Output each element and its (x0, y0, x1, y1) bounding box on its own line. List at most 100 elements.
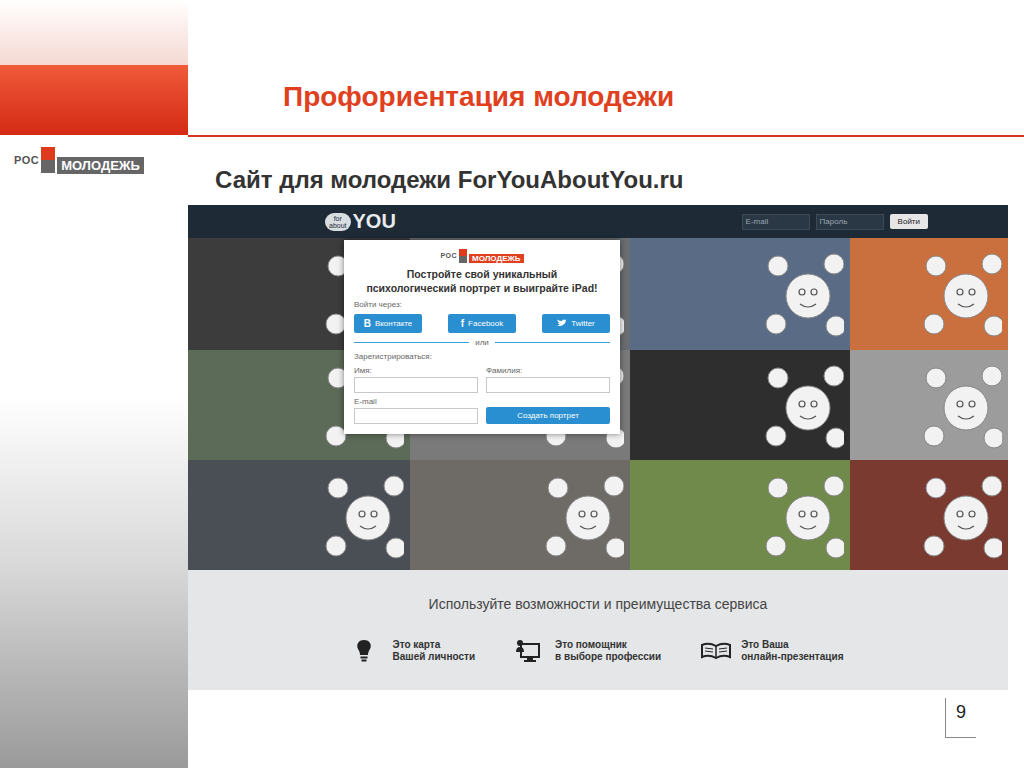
feature-text: Это помощникв выборе профессии (555, 639, 661, 664)
square-grey (459, 256, 467, 263)
feature-line: онлайн-презентация (741, 651, 843, 664)
feature-line: Это помощник (555, 639, 661, 652)
lightbulb-icon (353, 638, 383, 664)
create-portrait-button[interactable]: Создать портрет (486, 407, 610, 424)
website-screenshot: foraboutYOUВойтиРОСМОЛОДЕЖЬПостройте сво… (188, 205, 1008, 690)
modal-headline: Постройте свой уникальныйпсихологический… (354, 268, 610, 295)
feature-item: Это картаВашей личности (353, 638, 476, 664)
field-input[interactable] (354, 408, 478, 424)
or-divider: или (354, 338, 610, 347)
social-label: Facebook (468, 319, 503, 328)
divider-line (495, 342, 610, 343)
logo-cloud: forabout (325, 213, 351, 231)
field-label: Имя: (354, 366, 478, 375)
feature-text: Это Вашаонлайн-презентация (741, 639, 843, 664)
social-label: Twitter (571, 319, 595, 328)
email-input[interactable] (742, 214, 810, 230)
logo-name: МОЛОДЕЖЬ (469, 254, 523, 263)
rosmolodezh-logo: РОС МОЛОДЕЖЬ (14, 145, 188, 174)
form-field: E-mail (354, 397, 478, 424)
character-bubbles-icon (922, 248, 1002, 338)
site-header: foraboutYOUВойти (188, 205, 1008, 238)
hero-area: РОС МОЛОДЕЖЬ Постройте свой уникальныйпсих… (188, 238, 1008, 570)
logo-name: МОЛОДЕЖЬ (57, 157, 144, 174)
social-button[interactable]: Twitter (542, 314, 610, 333)
feature-item: Это Вашаонлайн-презентация (701, 638, 843, 664)
subtitle-bar: Сайт для молодежи ForYouAboutYou.ru (188, 137, 1024, 205)
field-label: E-mail (354, 397, 478, 406)
feature-list: Это картаВашей личности Это помощникв выб… (353, 638, 844, 664)
character-bubbles-icon (764, 470, 844, 560)
right-column: Профориентация молодежи Сайт для молодежи… (188, 0, 1024, 768)
feature-line: Это Ваша (741, 639, 843, 652)
site-logo: foraboutYOU (325, 210, 396, 233)
photo-tile (850, 238, 1008, 350)
divider-text: или (475, 338, 489, 347)
character-bubbles-icon (922, 360, 1002, 450)
login-button[interactable]: Войти (890, 214, 928, 229)
left-red-band (0, 65, 188, 135)
social-button[interactable]: f Facebook (448, 314, 516, 333)
rosmolodezh-logo: РОС МОЛОДЕЖЬ (440, 248, 523, 263)
left-grey-gradient (0, 195, 188, 768)
square-red (459, 249, 467, 256)
social-glyph-icon: f (461, 318, 464, 329)
character-bubbles-icon (764, 360, 844, 450)
logo-prefix: РОС (14, 154, 39, 166)
open-book-icon (701, 638, 731, 664)
photo-tile (630, 460, 850, 570)
slide-subtitle: Сайт для молодежи ForYouAboutYou.ru (215, 166, 684, 194)
form-field: Фамилия: (486, 366, 610, 393)
social-button[interactable]: B Вконтакте (354, 314, 422, 333)
tagline: Используйте возможности и преимущества с… (429, 596, 768, 612)
social-glyph-icon: B (364, 318, 371, 329)
feature-line: Вашей личности (393, 651, 476, 664)
page-number: 9 (945, 698, 976, 738)
feature-item: Это помощникв выборе профессии (515, 638, 661, 664)
social-label-text: Войти через: (354, 300, 610, 309)
modal-logo-row: РОС МОЛОДЕЖЬ (354, 248, 610, 263)
character-bubbles-icon (922, 470, 1002, 560)
photo-tile (630, 238, 850, 350)
logo-big: YOU (353, 210, 396, 233)
register-label: Зарегистрироваться: (354, 352, 610, 361)
character-bubbles-icon (544, 470, 624, 560)
feature-text: Это картаВашей личности (393, 639, 476, 664)
login-form: Войти (742, 214, 928, 230)
square-grey (41, 160, 55, 173)
logo-area: РОС МОЛОДЕЖЬ (0, 135, 188, 195)
photo-tile (850, 460, 1008, 570)
left-column: РОС МОЛОДЕЖЬ (0, 0, 188, 768)
page-footer: 9 (188, 690, 1024, 768)
photo-tile (630, 350, 850, 460)
slide-title: Профориентация молодежи (283, 81, 674, 113)
logo-small-top: for (334, 215, 342, 222)
headline-line: психологический портрет и выиграйте iPad… (354, 282, 610, 296)
register-fields: Имя: Фамилия: E-mail Создать портрет (354, 366, 610, 424)
twitter-bird-icon (557, 319, 567, 328)
left-gradient (0, 0, 188, 65)
site-footer: Используйте возможности и преимущества с… (188, 570, 1008, 690)
photo-tile (850, 350, 1008, 460)
password-input[interactable] (816, 214, 884, 230)
logo-prefix: РОС (440, 252, 457, 259)
logo-square-icon (41, 147, 55, 173)
photo-tile (410, 460, 630, 570)
field-input[interactable] (486, 377, 610, 393)
social-buttons: B Вконтакте f Facebook Twitter (354, 314, 610, 333)
computer-user-icon (515, 638, 545, 664)
character-bubbles-icon (324, 470, 404, 560)
social-label: Вконтакте (375, 319, 412, 328)
divider-line (354, 342, 469, 343)
photo-tile (188, 460, 410, 570)
field-input[interactable] (354, 377, 478, 393)
character-bubbles-icon (764, 248, 844, 338)
logo-square-icon (459, 249, 467, 263)
feature-line: в выборе профессии (555, 651, 661, 664)
logo-small-bottom: about (329, 222, 347, 229)
title-bar: Профориентация молодежи (188, 0, 1024, 137)
field-label: Фамилия: (486, 366, 610, 375)
square-red (41, 147, 55, 160)
feature-line: Это карта (393, 639, 476, 652)
form-field: Имя: (354, 366, 478, 393)
